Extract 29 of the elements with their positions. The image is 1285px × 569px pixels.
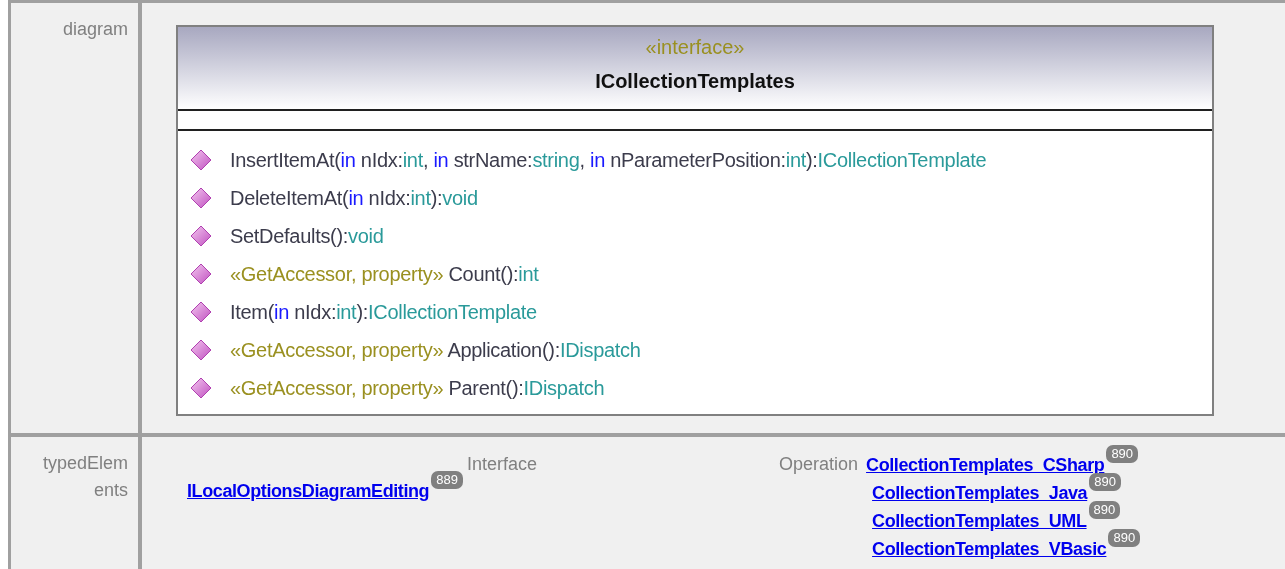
reference-link[interactable]: CollectionTemplates_VBasic [872,535,1107,563]
operation-signature: «GetAccessor, property» Count():int [230,262,539,287]
count-badge: 890 [1088,501,1121,519]
operation-diamond-icon [190,187,212,209]
reference-link[interactable]: CollectionTemplates_UML [872,507,1087,535]
operation-signature: Item(in nIdx:int):ICollectionTemplate [230,300,537,325]
column-header: Interface [465,453,538,476]
count-badge: 889 [431,471,463,489]
operation-diamond-icon [190,263,212,285]
operation-signature: InsertItemAt(in nIdx:int, in strName:string, in nParameterPosition:int):ICollectionTemplate [230,148,987,173]
operation-diamond-icon [190,225,212,247]
row-label: diagram [11,3,138,433]
operation-diamond-icon [190,339,212,361]
operation-signature: «GetAccessor, property» Application():IDispatch [230,338,641,363]
reference-link[interactable]: ILocalOptionsDiagramEditing [187,477,430,505]
count-badge: 890 [1106,445,1139,463]
operation-diamond-icon [190,377,212,399]
column-header: Operation [779,453,859,476]
reference-link[interactable]: CollectionTemplates_Java [872,479,1088,507]
operation-signature: «GetAccessor, property» Parent():IDispatch [230,376,605,401]
stereotype-label: «interface» [645,35,745,60]
row-label: typedElem ents [11,437,138,569]
operation-diamond-icon [190,301,212,323]
class-name: ICollectionTemplates [595,69,795,94]
operation-signature: DeleteItemAt(in nIdx:int):void [230,186,478,211]
operation-diamond-icon [190,149,212,171]
count-badge: 890 [1089,473,1121,491]
count-badge: 890 [1108,529,1141,547]
operation-signature: SetDefaults():void [230,224,384,249]
